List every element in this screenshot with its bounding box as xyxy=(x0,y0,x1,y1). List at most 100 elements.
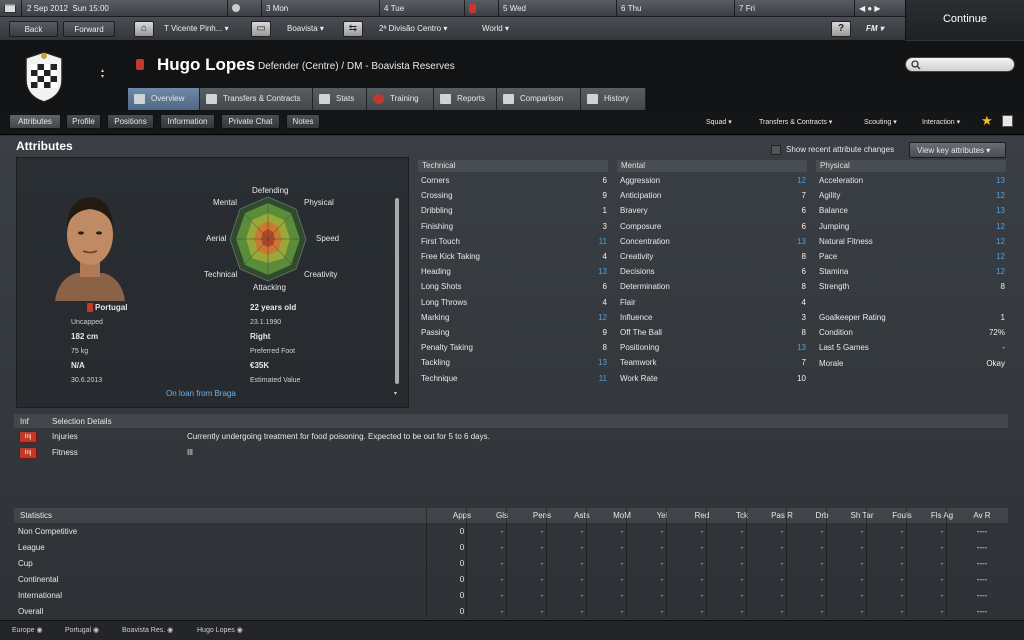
day-cell-5[interactable]: 7 Fri xyxy=(735,0,855,17)
estimated-value: €35K xyxy=(250,361,270,370)
club-icon[interactable]: ▭ xyxy=(251,21,271,37)
day-cell-2[interactable]: 4 Tue xyxy=(380,0,465,17)
tab-comparison[interactable]: Comparison xyxy=(497,88,581,110)
stat-cell: - xyxy=(500,527,504,536)
stat-cell: - xyxy=(780,543,784,552)
stat-column-header[interactable]: Av R xyxy=(964,508,1000,523)
calendar-scroll-controls[interactable]: ◀ ● ▶ xyxy=(855,0,905,17)
stat-cell: - xyxy=(620,607,624,616)
match-icon-cell[interactable] xyxy=(228,0,262,17)
league-menu[interactable]: 2ª Divisão Centro ▾ xyxy=(379,21,447,37)
attribute-value: 6 xyxy=(801,221,806,231)
tab-training[interactable]: Training xyxy=(367,88,434,110)
attribute-value: 12 xyxy=(598,312,607,322)
competition-switch-icon[interactable]: ⇆ xyxy=(343,21,363,37)
stat-cell: - xyxy=(580,543,584,552)
interaction-menu[interactable]: Interaction ▾ xyxy=(922,118,960,126)
subtab-information[interactable]: Information xyxy=(160,114,215,129)
tab-stats[interactable]: Stats xyxy=(313,88,367,110)
attribute-value: 12 xyxy=(996,221,1005,231)
stat-column-header[interactable]: Pens xyxy=(524,508,560,523)
stat-cell: - xyxy=(860,543,864,552)
day-cell-3[interactable]: 5 Wed xyxy=(499,0,617,17)
scroll-down-icon[interactable]: ▾ xyxy=(394,390,397,397)
stat-row-label: Overall xyxy=(18,607,44,616)
forward-button[interactable]: Forward xyxy=(63,21,115,37)
stat-column-header[interactable]: MoM xyxy=(604,508,640,523)
transfers-menu[interactable]: Transfers & Contracts ▾ xyxy=(759,118,832,126)
shortlist-star-icon[interactable]: ★ xyxy=(981,114,993,127)
tab-overview[interactable]: Overview xyxy=(128,88,200,110)
stat-column-header[interactable]: Pas R xyxy=(764,508,800,523)
home-icon[interactable]: ⌂ xyxy=(134,21,154,37)
stat-column-header[interactable]: Sh Tar xyxy=(844,508,880,523)
stat-column-header[interactable]: Yel xyxy=(644,508,680,523)
tab-history[interactable]: History xyxy=(581,88,646,110)
date-bar: 2 Sep 2012 Sun 15:00 3 Mon 4 Tue 5 Wed 6… xyxy=(0,0,905,17)
fm-menu[interactable]: FM ▾ xyxy=(866,21,884,37)
player-switch-arrows[interactable]: ▴ ▾ xyxy=(101,68,104,80)
attribute-value: 6 xyxy=(801,206,806,216)
tab-transfers-contracts[interactable]: Transfers & Contracts xyxy=(200,88,313,110)
stat-column-header[interactable]: Red xyxy=(684,508,720,523)
attribute-row: Free Kick Taking 4 xyxy=(421,249,607,264)
breadcrumb-club[interactable]: Boavista Res. ◉ xyxy=(122,626,173,634)
manager-menu[interactable]: T Vicente Pinh... ▾ xyxy=(164,21,229,37)
height: 182 cm xyxy=(71,332,99,341)
stat-column-header[interactable]: Drb xyxy=(804,508,840,523)
technical-header: Technical xyxy=(418,160,608,172)
loan-link[interactable]: On loan from Braga xyxy=(166,389,236,398)
stat-cell: ---- xyxy=(976,575,988,584)
subtab-notes[interactable]: Notes xyxy=(286,114,320,129)
profile-scrollbar[interactable] xyxy=(395,198,399,384)
view-key-attributes-dropdown[interactable]: View key attributes ▾ xyxy=(909,142,1006,158)
subtab-attributes[interactable]: Attributes xyxy=(9,114,61,129)
attribute-name: Corners xyxy=(421,176,450,185)
menu-label: Transfers & Contracts xyxy=(759,119,827,126)
match-icon-cell[interactable] xyxy=(465,0,499,17)
attribute-radar-chart xyxy=(229,196,307,282)
table-row: International 0- - - - - - - - - - - - ---- xyxy=(14,588,1008,604)
subtab-positions[interactable]: Positions xyxy=(107,114,154,129)
stat-column-header[interactable]: Asts xyxy=(564,508,600,523)
club-menu[interactable]: Boavista ▾ xyxy=(287,21,324,37)
stat-column-header[interactable]: Gls xyxy=(484,508,520,523)
subtab-profile[interactable]: Profile xyxy=(66,114,101,129)
stat-column-header[interactable]: Fouls xyxy=(884,508,920,523)
stat-column-header[interactable]: Tck xyxy=(724,508,760,523)
stat-cell: - xyxy=(860,607,864,616)
training-icon xyxy=(373,94,384,104)
stat-cell: - xyxy=(500,591,504,600)
help-icon[interactable]: ? xyxy=(831,21,851,37)
stat-cell: - xyxy=(820,607,824,616)
overview-icon xyxy=(134,94,145,104)
injuries-detail: Currently undergoing treatment for food … xyxy=(187,432,490,441)
stat-cell: - xyxy=(780,591,784,600)
search-input[interactable] xyxy=(905,57,1015,72)
squad-menu[interactable]: Squad ▾ xyxy=(706,118,732,126)
breadcrumb-europe[interactable]: Europe ◉ xyxy=(12,626,43,634)
stat-column-header[interactable]: Apps xyxy=(444,508,480,523)
attribute-name: Bravery xyxy=(620,206,648,216)
tab-reports[interactable]: Reports xyxy=(434,88,497,110)
stat-cell: - xyxy=(500,559,504,568)
attribute-row: Flair 4 xyxy=(620,295,806,310)
column-divider xyxy=(746,508,747,618)
continue-button[interactable]: Continue xyxy=(905,0,1024,40)
scouting-menu[interactable]: Scouting ▾ xyxy=(864,118,897,126)
back-button[interactable]: Back xyxy=(9,21,58,37)
breadcrumb-player[interactable]: Hugo Lopes ◉ xyxy=(197,626,243,634)
notes-icon[interactable] xyxy=(1002,115,1013,127)
day-cell-4[interactable]: 6 Thu xyxy=(617,0,735,17)
subtab-private-chat[interactable]: Private Chat xyxy=(221,114,280,129)
world-menu[interactable]: World ▾ xyxy=(482,21,509,37)
recent-changes-checkbox[interactable] xyxy=(771,145,781,155)
attribute-row: Jumping 12 xyxy=(819,219,1005,234)
stat-column-header[interactable]: Fls Ag xyxy=(924,508,960,523)
stat-cell: - xyxy=(740,543,744,552)
stat-cell: ---- xyxy=(976,591,988,600)
breadcrumb-portugal[interactable]: Portugal ◉ xyxy=(65,626,99,634)
stat-cell: - xyxy=(540,591,544,600)
day-cell-1[interactable]: 3 Mon xyxy=(262,0,380,17)
calendar-icon[interactable] xyxy=(0,0,22,17)
